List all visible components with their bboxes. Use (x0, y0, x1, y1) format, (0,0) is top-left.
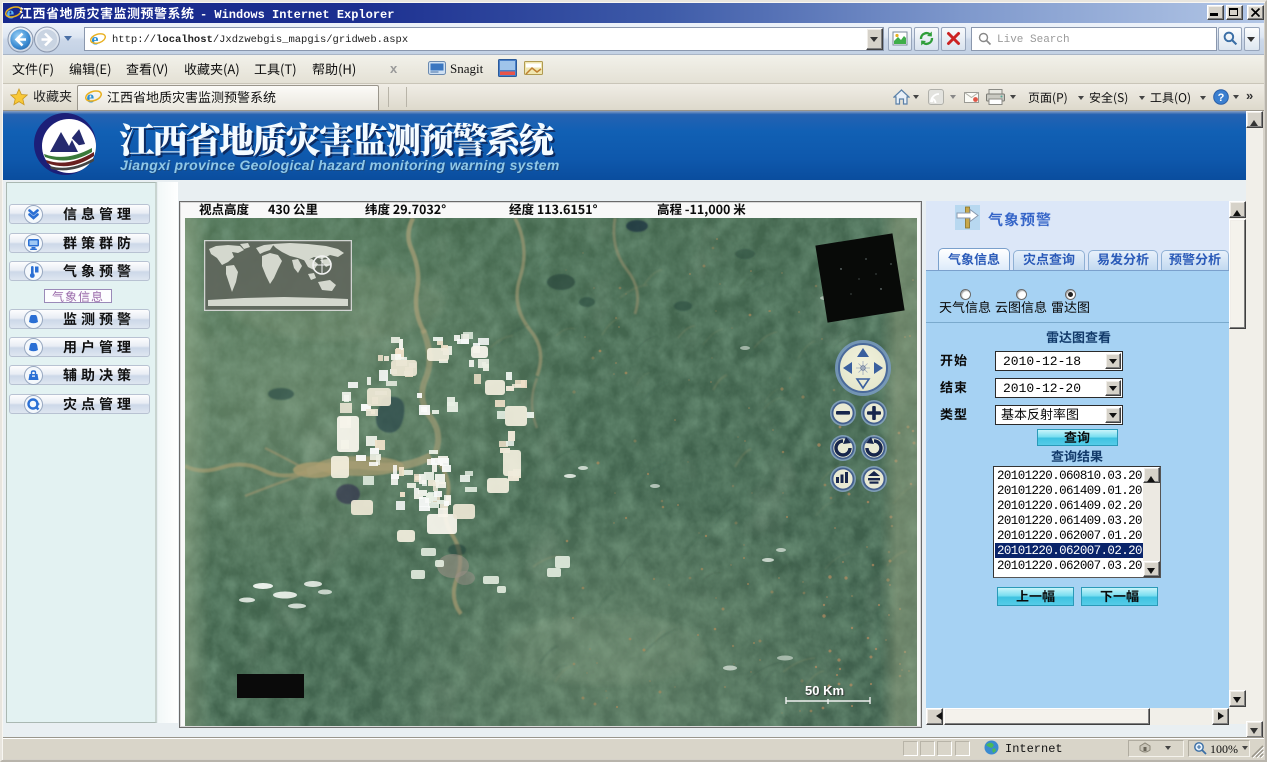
svg-text:?: ? (1218, 92, 1225, 104)
